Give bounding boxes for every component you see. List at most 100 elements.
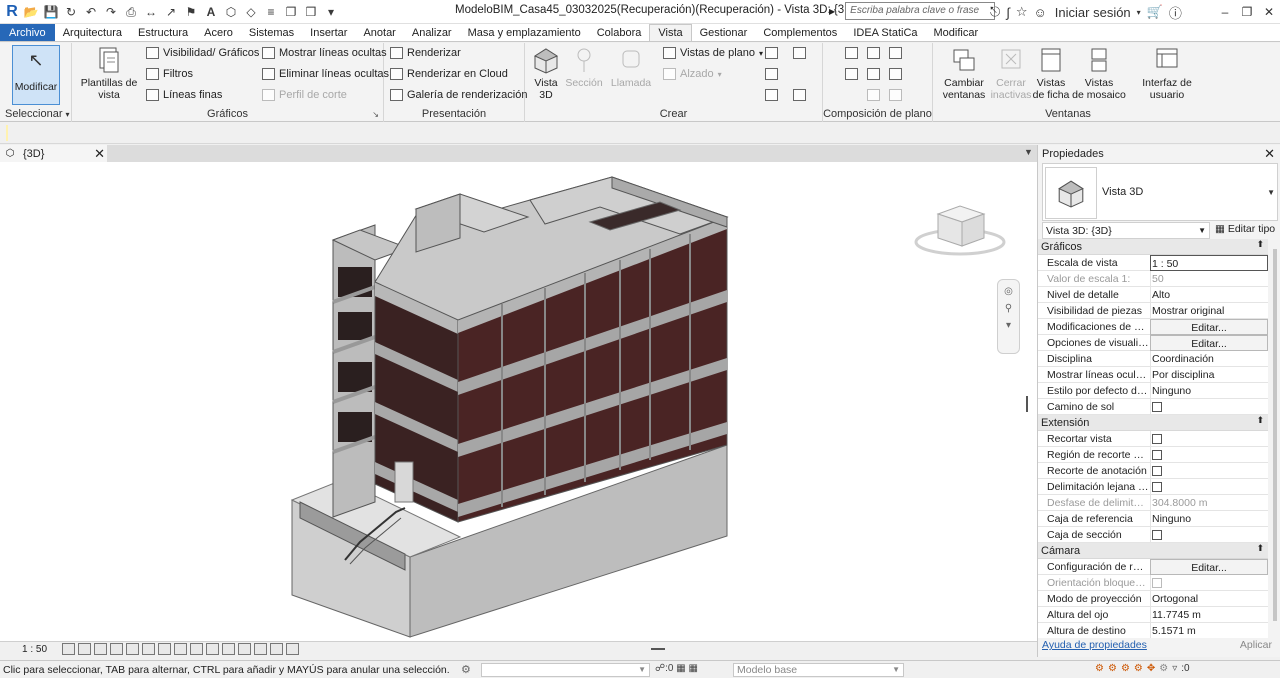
property-value[interactable]: Coordinación — [1150, 351, 1268, 367]
reveal-hidden-icon[interactable] — [206, 643, 219, 655]
property-value[interactable]: Editar... — [1150, 559, 1268, 575]
measure-icon[interactable]: ↔ — [142, 3, 160, 21]
sheet-icon[interactable] — [845, 47, 858, 59]
tab-masa-emplazamiento[interactable]: Masa y emplazamiento — [460, 24, 589, 41]
view-reference-icon[interactable] — [889, 68, 902, 80]
shadows-icon[interactable] — [110, 643, 123, 655]
tab-sistemas[interactable]: Sistemas — [241, 24, 302, 41]
open-icon[interactable]: 📂 — [22, 3, 40, 21]
tile-views-button[interactable]: Vistas de mosaico — [1071, 46, 1127, 101]
temporary-view-properties-icon[interactable] — [238, 643, 251, 655]
visibility-graphics-button[interactable]: Visibilidad/ Gráficos — [146, 47, 259, 59]
elevation-button[interactable]: Alzado ▾ — [663, 68, 722, 80]
view-tabs-dropdown-icon[interactable]: ▼ — [1024, 147, 1033, 157]
view-tab-close-icon[interactable]: ✕ — [94, 146, 105, 162]
viewports-icon[interactable] — [867, 89, 880, 101]
panel-select-title[interactable]: Seleccionar ▾ — [5, 108, 71, 120]
zoom-icon[interactable]: ⚲ — [998, 303, 1019, 314]
schedules-icon[interactable] — [793, 47, 806, 59]
section-icon[interactable]: ◇ — [242, 3, 260, 21]
cut-profile-button[interactable]: Perfil de corte — [262, 89, 347, 101]
dimension-icon[interactable]: ↗ — [162, 3, 180, 21]
navigation-bar[interactable]: ◎ ⚲ ▾ — [997, 279, 1020, 354]
property-value[interactable] — [1150, 447, 1268, 463]
properties-scrollbar[interactable] — [1271, 239, 1279, 638]
worksets-select[interactable]: ▼ — [481, 663, 650, 677]
select-links-icon[interactable]: ⚙ — [1095, 663, 1104, 674]
property-value[interactable]: 11.7745 m — [1150, 607, 1268, 623]
tab-complementos[interactable]: Complementos — [755, 24, 845, 41]
redo-icon[interactable]: ↷ — [102, 3, 120, 21]
duplicate-view-icon[interactable] — [765, 68, 778, 80]
render-gallery-button[interactable]: Galería de renderización — [390, 89, 527, 101]
properties-section-header[interactable]: Cámara ⬆ — [1038, 543, 1268, 559]
property-value[interactable] — [1150, 479, 1268, 495]
design-option-select[interactable]: Modelo base ▼ — [733, 663, 904, 677]
sheet-list-icon[interactable] — [889, 89, 902, 101]
thin-lines-button[interactable]: Líneas finas — [146, 89, 222, 101]
property-value[interactable] — [1150, 463, 1268, 479]
sync-icon[interactable]: ↻ — [62, 3, 80, 21]
collapse-icon[interactable]: ⬆ — [1256, 543, 1264, 554]
tab-anotar[interactable]: Anotar — [355, 24, 403, 41]
background-process-icon[interactable]: ⚙ — [1159, 663, 1168, 674]
apply-button[interactable]: Aplicar — [1240, 639, 1272, 651]
filter-status-icon[interactable]: ▿ — [1172, 663, 1177, 674]
sun-path-icon[interactable] — [94, 643, 107, 655]
property-checkbox[interactable] — [1152, 434, 1162, 444]
view-cube[interactable] — [914, 202, 1006, 258]
property-checkbox[interactable] — [1152, 482, 1162, 492]
unlocked-view-icon[interactable] — [174, 643, 187, 655]
tab-colabora[interactable]: Colabora — [589, 24, 650, 41]
instance-filter-select[interactable]: Vista 3D: {3D} ▼ — [1042, 222, 1210, 239]
properties-scroll-thumb[interactable] — [1273, 249, 1277, 621]
tab-acero[interactable]: Acero — [196, 24, 241, 41]
tab-idea-statica[interactable]: IDEA StatiCa — [845, 24, 925, 41]
titleblock-icon[interactable] — [867, 47, 880, 59]
property-checkbox[interactable] — [1152, 530, 1162, 540]
panel-launcher-icon[interactable]: ↘ — [372, 110, 379, 119]
view-tab-3d[interactable]: ⬡ {3D} ✕ — [0, 145, 107, 162]
detail-level-icon[interactable] — [62, 643, 75, 655]
property-value[interactable]: Por disciplina — [1150, 367, 1268, 383]
show-analytical-model-icon[interactable] — [254, 643, 267, 655]
crop-region-icon[interactable] — [158, 643, 171, 655]
sign-in-link[interactable]: Iniciar sesión — [1055, 5, 1131, 20]
filters-button[interactable]: Filtros — [146, 68, 193, 80]
drawing-area[interactable]: ◎ ⚲ ▾ — [0, 162, 1037, 641]
tab-archivo[interactable]: Archivo — [0, 24, 55, 41]
property-value[interactable] — [1150, 575, 1268, 591]
matchline-icon[interactable] — [867, 68, 880, 80]
properties-section-header[interactable]: Gráficos ⬆ — [1038, 239, 1268, 255]
switch-windows-button[interactable]: Cambiar ventanas — [939, 46, 989, 101]
legends-icon[interactable] — [765, 89, 778, 101]
modify-button[interactable]: ↖ Modificar — [12, 45, 60, 105]
qat-customize-icon[interactable]: ▾ — [322, 3, 340, 21]
property-value[interactable] — [1150, 527, 1268, 543]
default-3d-icon[interactable]: ⬡ — [222, 3, 240, 21]
property-value[interactable]: Editar... — [1150, 319, 1268, 335]
selection-filter[interactable]: ☍:0 ▦ ▦ — [655, 663, 698, 674]
subscription-icon[interactable]: ∫ — [1006, 5, 1010, 20]
view-scale[interactable]: 1 : 50 — [22, 644, 47, 655]
property-value[interactable]: 1 : 50 — [1150, 255, 1268, 271]
property-value[interactable]: Editar... — [1150, 335, 1268, 351]
visual-style-icon[interactable] — [78, 643, 91, 655]
properties-section-header[interactable]: Extensión ⬆ — [1038, 415, 1268, 431]
collapse-icon[interactable]: ⬆ — [1256, 239, 1264, 250]
type-dropdown-icon[interactable]: ▼ — [1267, 188, 1275, 197]
cart-icon[interactable]: 🛒 — [1147, 4, 1163, 20]
render-button[interactable]: Renderizar — [390, 47, 461, 59]
properties-close-icon[interactable]: ✕ — [1264, 146, 1275, 162]
undo-icon[interactable]: ↶ — [82, 3, 100, 21]
property-checkbox[interactable] — [1152, 450, 1162, 460]
highlight-displacement-icon[interactable] — [270, 643, 283, 655]
collapse-icon[interactable]: ⬆ — [1256, 415, 1264, 426]
user-interface-button[interactable]: Interfaz de usuario — [1139, 46, 1195, 101]
render-cloud-button[interactable]: Renderizar en Cloud — [390, 68, 508, 80]
search-arrow-icon[interactable]: ▶ — [829, 7, 835, 16]
worksets-icon[interactable]: ⚙ — [461, 663, 471, 676]
close-icon[interactable]: ✕ — [1258, 0, 1280, 24]
remove-hidden-lines-button[interactable]: Eliminar líneas ocultas — [262, 68, 389, 80]
view-3d-button[interactable]: Vista 3D — [531, 46, 561, 101]
